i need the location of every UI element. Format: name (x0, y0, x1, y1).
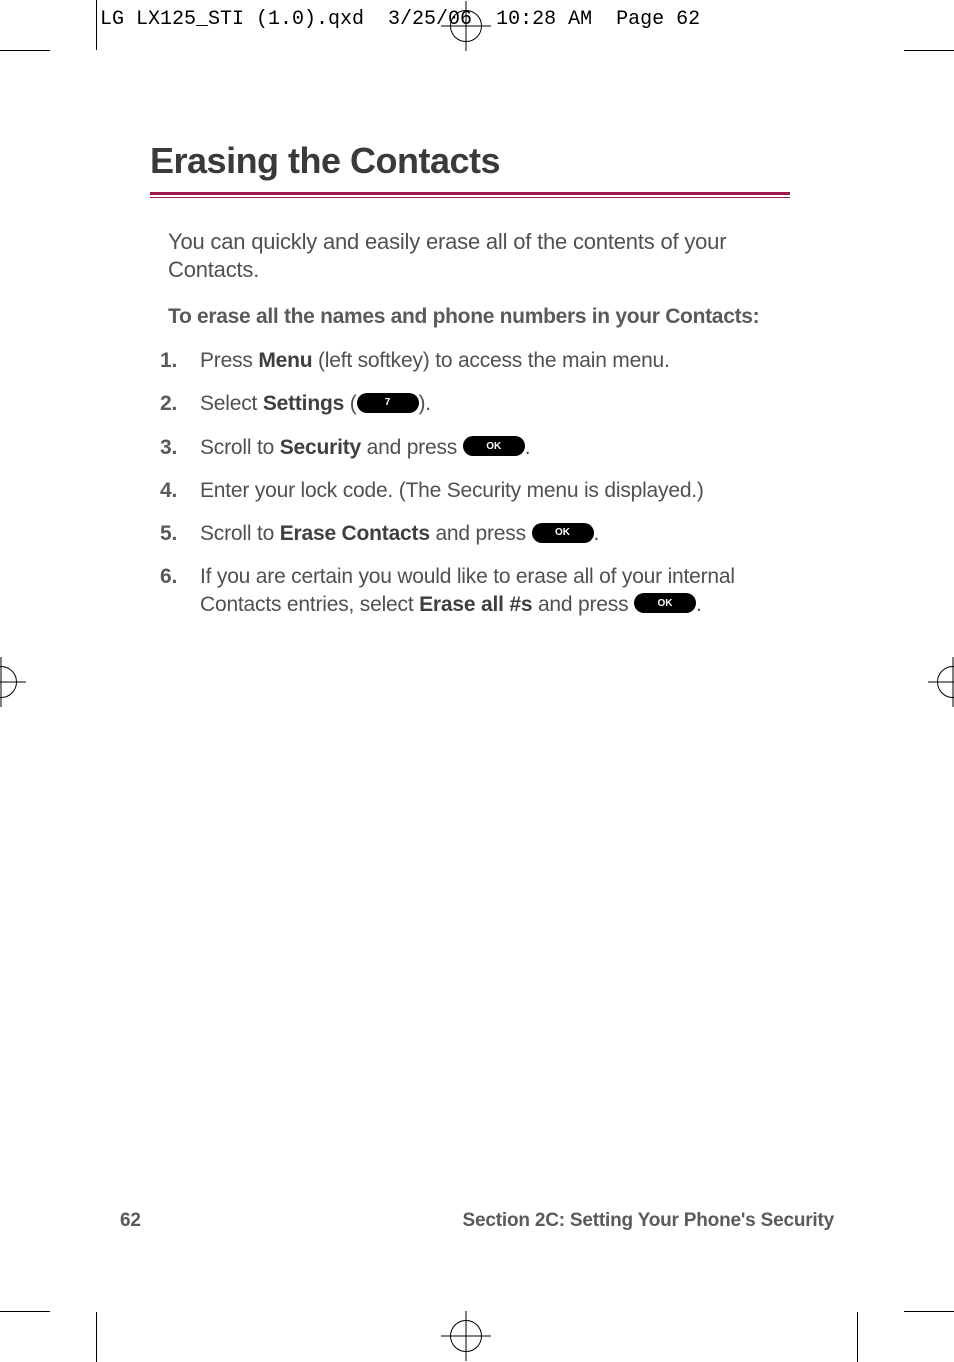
step-pre: Enter your lock code. (The Security menu… (200, 479, 704, 502)
step-pre: Press (200, 349, 258, 372)
step-bold: Erase all #s (419, 593, 532, 616)
step-text: Enter your lock code. (The Security menu… (200, 477, 790, 504)
step-number: 1. (160, 347, 200, 374)
step-item: 5.Scroll to Erase Contacts and press OK. (160, 520, 790, 547)
key-button-icon: OK (634, 593, 696, 613)
registration-mark-icon (937, 666, 954, 698)
crop-mark (904, 50, 954, 51)
step-bold: Settings (263, 392, 344, 415)
step-post: . (594, 522, 600, 545)
step-text: Select Settings (7). (200, 390, 790, 417)
page-content: Erasing the Contacts You can quickly and… (150, 140, 790, 634)
step-text: If you are certain you would like to era… (200, 563, 790, 618)
step-text: Scroll to Security and press OK. (200, 434, 790, 461)
step-item: 1.Press Menu (left softkey) to access th… (160, 347, 790, 374)
page-footer: 62 Section 2C: Setting Your Phone's Secu… (120, 1210, 834, 1232)
step-text: Scroll to Erase Contacts and press OK. (200, 520, 790, 547)
section-label: Section 2C: Setting Your Phone's Securit… (463, 1210, 834, 1232)
step-mid: ( (344, 392, 356, 415)
step-item: 6.If you are certain you would like to e… (160, 563, 790, 618)
step-item: 2.Select Settings (7). (160, 390, 790, 417)
step-pre: Scroll to (200, 522, 280, 545)
crop-mark (857, 1312, 858, 1362)
key-button-icon: 7 (357, 393, 419, 413)
registration-mark-icon (0, 666, 17, 698)
step-item: 3.Scroll to Security and press OK. (160, 434, 790, 461)
subheading: To erase all the names and phone numbers… (168, 305, 790, 329)
step-mid: and press (532, 593, 634, 616)
step-mid: and press (361, 436, 463, 459)
crop-mark (0, 50, 50, 51)
title-rule (150, 192, 790, 198)
step-number: 5. (160, 520, 200, 547)
print-job-header: LG LX125_STI (1.0).qxd 3/25/06 10:28 AM … (100, 8, 700, 31)
step-text: Press Menu (left softkey) to access the … (200, 347, 790, 374)
step-pre: Select (200, 392, 263, 415)
step-mid: and press (430, 522, 532, 545)
step-bold: Menu (258, 349, 312, 372)
page-title: Erasing the Contacts (150, 140, 790, 182)
registration-mark-icon (450, 1320, 482, 1352)
step-bold: Erase Contacts (280, 522, 430, 545)
steps-list: 1.Press Menu (left softkey) to access th… (160, 347, 790, 618)
step-item: 4.Enter your lock code. (The Security me… (160, 477, 790, 504)
step-number: 6. (160, 563, 200, 590)
intro-paragraph: You can quickly and easily erase all of … (168, 228, 790, 283)
step-bold: Security (280, 436, 361, 459)
crop-mark (96, 1312, 97, 1362)
step-pre: Scroll to (200, 436, 280, 459)
crop-mark (96, 0, 97, 50)
step-number: 2. (160, 390, 200, 417)
crop-mark (0, 1311, 50, 1312)
step-post: ). (419, 392, 431, 415)
step-mid: (left softkey) to access the main menu. (312, 349, 669, 372)
step-post: . (696, 593, 702, 616)
crop-mark (904, 1311, 954, 1312)
key-button-icon: OK (532, 523, 594, 543)
step-number: 4. (160, 477, 200, 504)
step-post: . (525, 436, 531, 459)
key-button-icon: OK (463, 436, 525, 456)
page-number: 62 (120, 1210, 141, 1232)
step-number: 3. (160, 434, 200, 461)
